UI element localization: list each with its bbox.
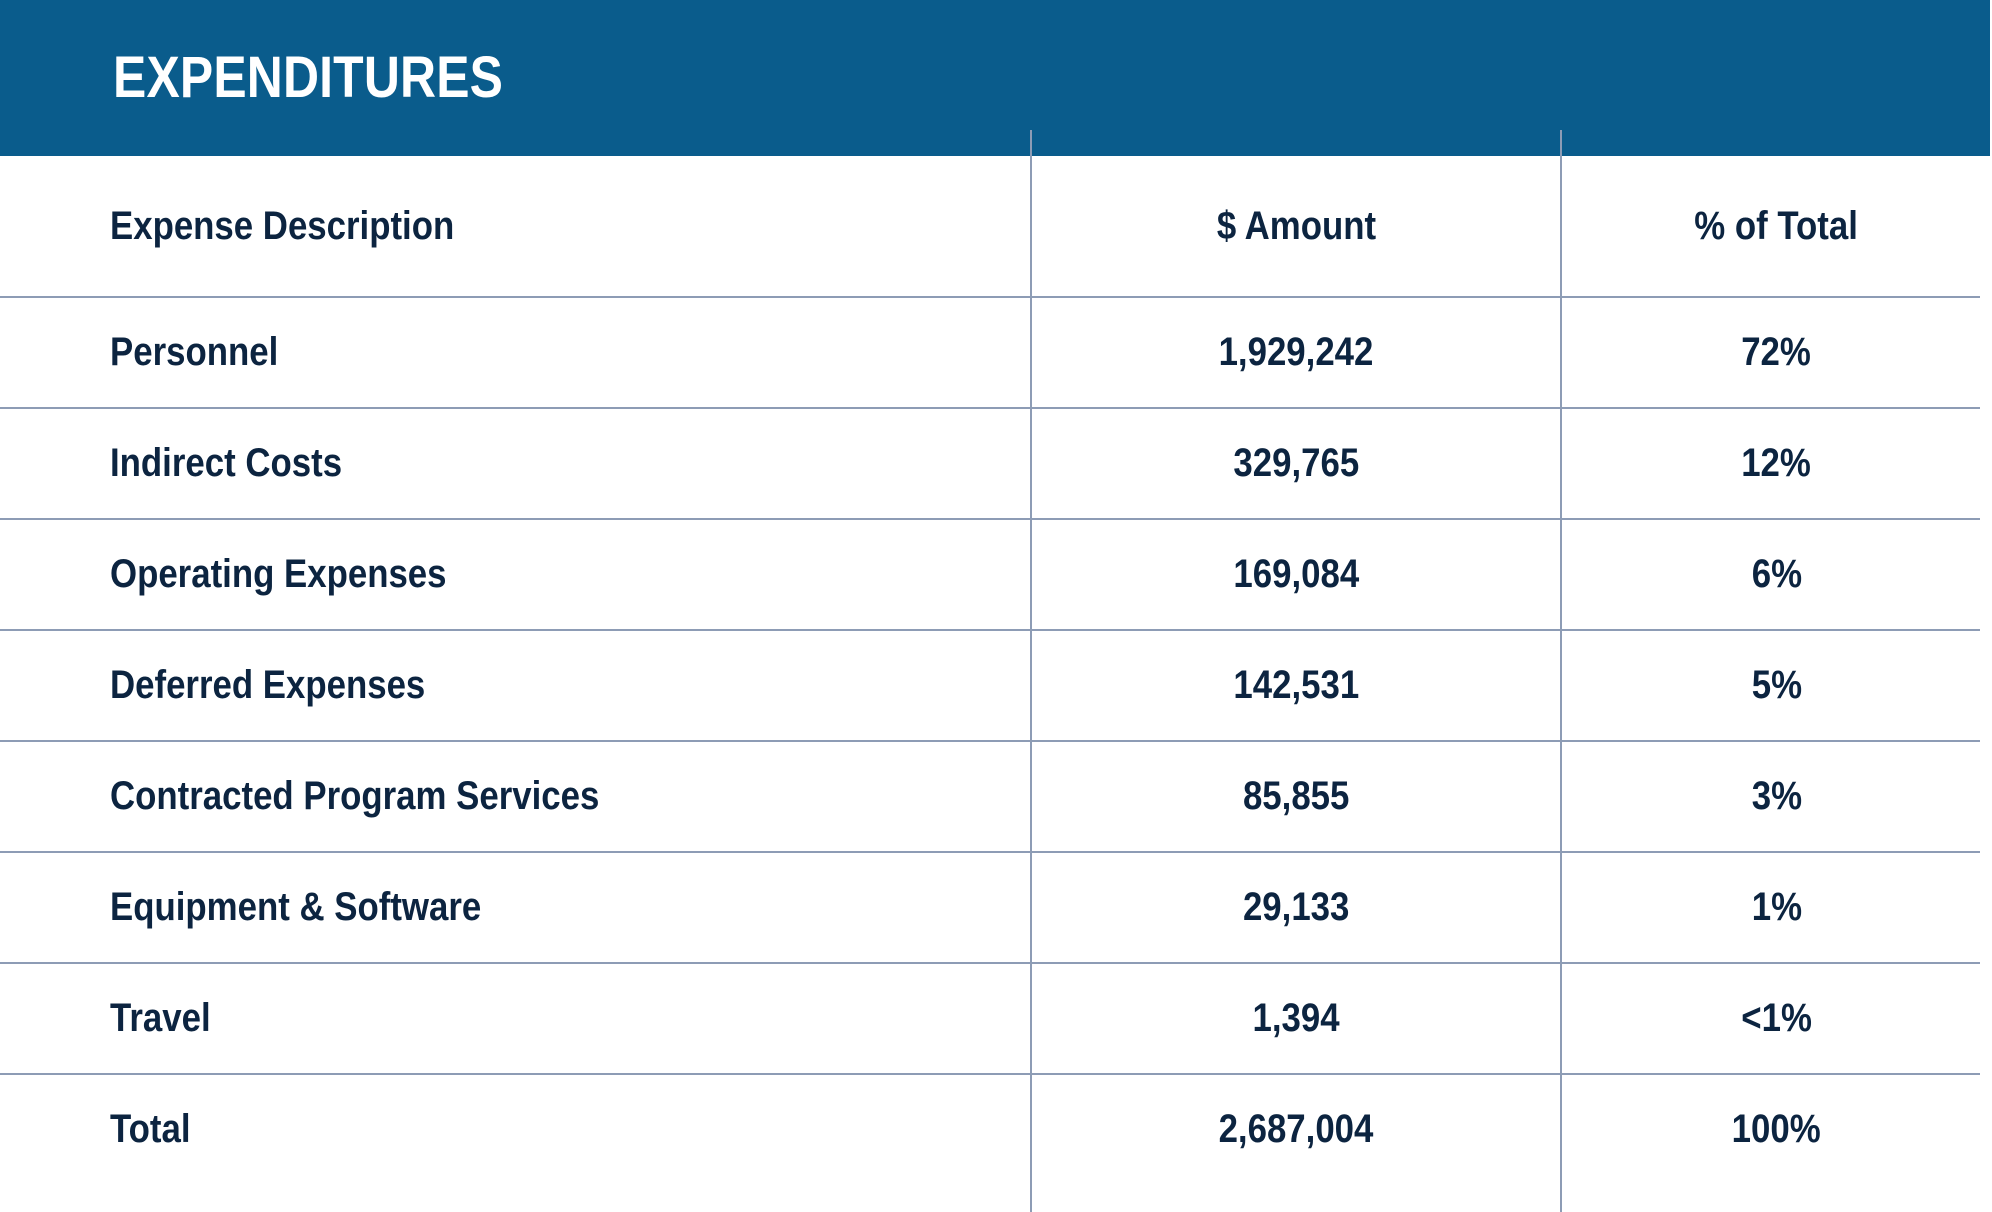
cell-percent: 12% <box>1741 440 1812 485</box>
cell-percent: <1% <box>1741 995 1812 1040</box>
column-header-percent: % of Total <box>1694 204 1859 248</box>
table-row[interactable]: Deferred Expenses 142,531 5% <box>0 629 1992 740</box>
table-row[interactable]: Equipment & Software 29,133 1% <box>0 851 1992 962</box>
table-header-row: Expense Description $ Amount % of Total <box>0 156 1992 296</box>
cell-percent: 72% <box>1741 329 1812 374</box>
cell-amount: 169,084 <box>1233 551 1359 596</box>
column-header-description: Expense Description <box>110 204 455 248</box>
cell-description: Deferred Expenses <box>110 662 426 707</box>
cell-description: Equipment & Software <box>110 884 482 929</box>
cell-amount: 29,133 <box>1242 884 1350 929</box>
table-row[interactable]: Operating Expenses 169,084 6% <box>0 518 1992 629</box>
cell-description: Operating Expenses <box>110 551 447 596</box>
column-header-amount: $ Amount <box>1216 204 1376 248</box>
cell-percent: 100% <box>1731 1106 1822 1151</box>
cell-amount: 85,855 <box>1242 773 1350 818</box>
cell-percent: 5% <box>1751 662 1802 707</box>
cell-description: Travel <box>110 995 211 1040</box>
cell-amount: 1,394 <box>1252 995 1340 1040</box>
table-row-total[interactable]: Total 2,687,004 100% <box>0 1073 1992 1184</box>
cell-description: Personnel <box>110 329 279 374</box>
cell-percent: 1% <box>1751 884 1802 929</box>
table-row[interactable]: Indirect Costs 329,765 12% <box>0 407 1992 518</box>
cell-amount: 2,687,004 <box>1218 1106 1374 1151</box>
cell-amount: 142,531 <box>1233 662 1359 707</box>
table-row[interactable]: Contracted Program Services 85,855 3% <box>0 740 1992 851</box>
expenditures-table: Expense Description $ Amount % of Total … <box>0 156 1992 1212</box>
expenditures-table-page: EXPENDITURES Expense Description $ Amoun… <box>0 0 1992 1212</box>
cell-percent: 6% <box>1751 551 1802 596</box>
table-row[interactable]: Travel 1,394 <1% <box>0 962 1992 1073</box>
cell-amount: 329,765 <box>1233 440 1359 485</box>
table-row[interactable]: Personnel 1,929,242 72% <box>0 296 1992 407</box>
page-title: EXPENDITURES <box>113 49 567 107</box>
page-title-text: EXPENDITURES <box>113 45 504 110</box>
cell-amount: 1,929,242 <box>1218 329 1374 374</box>
cell-description: Total <box>110 1106 191 1151</box>
page-header-bar: EXPENDITURES <box>0 0 1990 156</box>
cell-percent: 3% <box>1751 773 1802 818</box>
cell-description: Contracted Program Services <box>110 773 600 818</box>
cell-description: Indirect Costs <box>110 440 343 485</box>
